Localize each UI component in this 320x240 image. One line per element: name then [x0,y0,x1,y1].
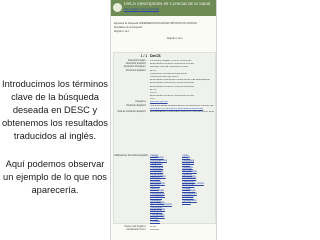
decs-screenshot: DeCS Descriptores en Ciencias de la Salu… [110,0,217,240]
search-expression: Expresión de búsqueda: ENFERMEDAD PULMON… [114,23,198,25]
field-label: Identificador Único: [126,229,146,232]
record-id: DeCS [150,53,161,58]
search-results-label: Resultados de la búsqueda: [114,27,143,29]
caption-panel: Introducimos los términos clave de la bú… [0,0,110,240]
field-value: D029424 [150,229,160,232]
field-label: Nota de Indización Español: [117,111,146,113]
advanced-search-link[interactable]: Cons. Avanzada [140,8,159,11]
qualifier-link[interactable]: / historia [182,202,214,204]
search-record-count: Registro 1 de 1 [114,31,130,33]
decs-banner-links: Cons. Básica Cons. Avanzada [124,8,159,11]
record-number: 1 / 1 [140,54,147,58]
qualifier-link[interactable]: / virología [150,221,180,223]
caption-intro: Introducimos los términos clave de la bú… [2,79,108,141]
decs-banner: DeCS Descriptores en Ciencias de la Salu… [111,0,216,16]
basic-search-link[interactable]: Cons. Básica [124,8,139,11]
qualifiers-label: Calificadores Permitidos Español: [114,155,149,157]
qualifiers-column-1: / sangre / clasificación / complicaciones /… [150,155,180,223]
pager[interactable]: Registro 1 de 1 [167,38,183,41]
field-value: ENFERMEDAD PULMONAR OBSTRUCTIVA CRONICA:… [150,111,214,113]
qualifiers-column-2: / orina / cirugía / veterinaria / mortalida… [182,155,214,204]
decs-record: 1 / 1 DeCS Descriptor Inglés: Pulmonary D… [113,52,216,231]
caption-example: Aquí podemos observar un ejemplo de lo q… [3,159,107,195]
decs-logo-icon [113,3,122,12]
record-fields: Descriptor Inglés: Pulmonary Disease, Chr… [114,60,215,114]
record-footer: Número del Registro: 31541 Identificador … [114,226,215,232]
